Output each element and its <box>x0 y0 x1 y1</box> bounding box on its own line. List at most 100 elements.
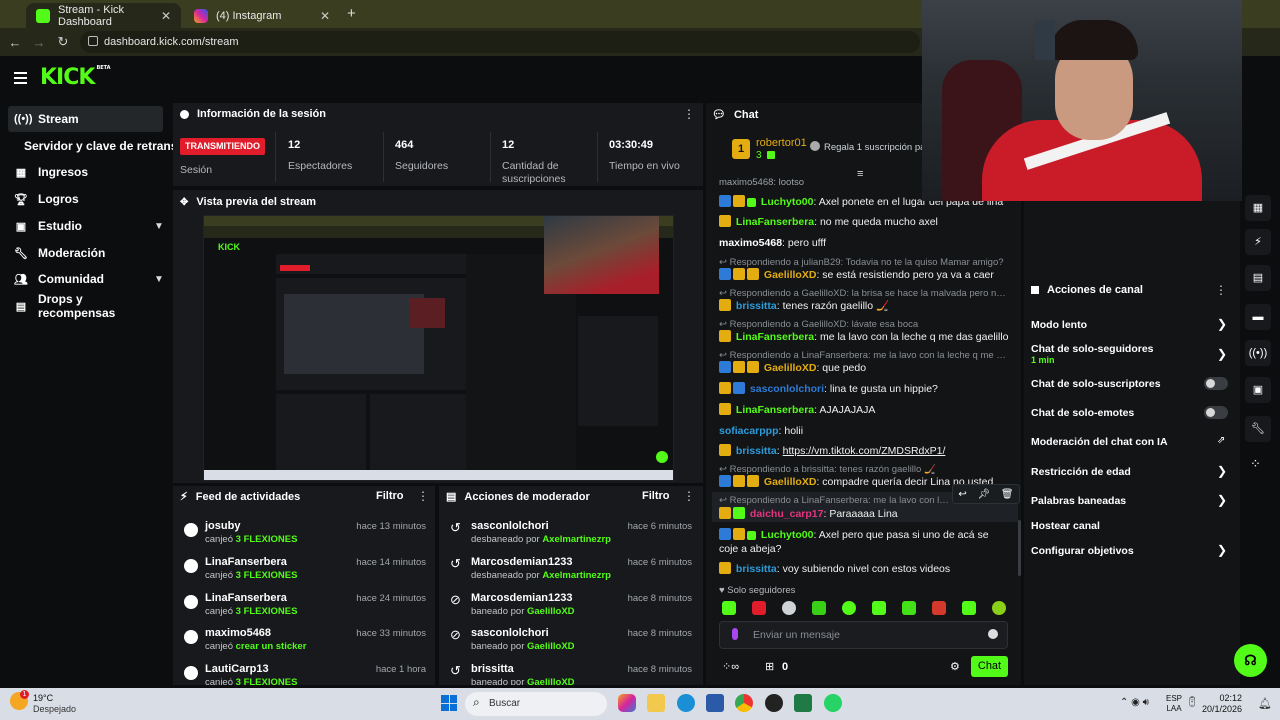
chat-username[interactable]: sofiacarppp <box>719 425 779 437</box>
chevron-right-icon[interactable]: ❯ <box>1217 543 1227 557</box>
chat-input[interactable]: Enviar un mensaje <box>719 621 1008 649</box>
chat-message[interactable]: brissitta: https://vm.tiktok.com/ZMDSRdx… <box>719 444 1009 458</box>
emote-icon[interactable] <box>812 601 826 615</box>
more-options-icon[interactable]: ⋮ <box>683 107 695 121</box>
sidebar-item-drops[interactable]: ▤ Drops y recompensas <box>8 292 163 320</box>
pin-icon[interactable]: 📌︎ <box>977 489 990 500</box>
sidebar-item-comunidad[interactable]: 👥︎ Comunidad ▼ <box>8 266 164 292</box>
mod-target-user[interactable]: Marcosdemian1233 <box>471 556 573 568</box>
emote-icon[interactable] <box>842 601 856 615</box>
sidebar-item-stream[interactable]: ((•)) Stream <box>8 106 163 132</box>
chat-scrollbar[interactable] <box>1018 520 1021 576</box>
chevron-right-icon[interactable]: ❯ <box>1217 464 1227 478</box>
more-options-icon[interactable]: ⋮ <box>683 489 695 503</box>
moderator-name[interactable]: Axelmartinezrp <box>542 570 611 581</box>
mod-filter-button[interactable]: Filtro <box>642 490 670 502</box>
moderator-name[interactable]: GaelilloXD <box>527 677 575 685</box>
mod-target-user[interactable]: brissitta <box>471 663 514 675</box>
edge-icon[interactable] <box>677 694 695 712</box>
forward-icon[interactable]: → <box>27 35 51 50</box>
store-icon[interactable] <box>706 694 724 712</box>
top-gifter-name[interactable]: robertor01 <box>756 137 807 149</box>
feed-user[interactable]: maximo5468 <box>205 627 271 639</box>
quick-action-button[interactable]: 🔧︎ <box>1245 416 1271 442</box>
clock-time[interactable]: 02:12 <box>1210 693 1242 703</box>
sidebar-item-logros[interactable]: 🏆︎ Logros <box>8 186 163 212</box>
feed-user[interactable]: LinaFanserbera <box>205 592 287 604</box>
mod-target-user[interactable]: Marcosdemian1233 <box>471 592 573 604</box>
reply-context[interactable]: ↩ Respondiendo a brissitta: tenes razón … <box>719 464 1009 475</box>
action-emotes-only[interactable]: Chat de solo-emotes <box>1031 407 1134 419</box>
stream-preview-video[interactable]: KICK <box>203 215 674 481</box>
support-headset-icon[interactable]: ☊ <box>1234 644 1267 677</box>
chat-message[interactable]: brissitta: tenes razón gaelillo 🏒 <box>719 299 1009 313</box>
delete-icon[interactable]: 🗑︎ <box>1001 489 1014 500</box>
tray-icons[interactable]: ⌃ ◉ 🔊︎ <box>1120 697 1149 708</box>
quick-action-button[interactable]: ((•)) <box>1245 340 1271 366</box>
more-options-icon[interactable]: ⋮ <box>417 489 429 503</box>
microphone-icon[interactable] <box>732 628 738 640</box>
notification-bell-icon[interactable]: 🔔︎ <box>1258 697 1272 710</box>
action-host-channel[interactable]: Hostear canal <box>1031 520 1100 532</box>
taskbar-search[interactable]: ⌕ Buscar <box>465 692 607 716</box>
send-chat-button[interactable]: Chat <box>971 656 1008 677</box>
back-icon[interactable]: ← <box>3 35 27 50</box>
emotes-only-toggle[interactable] <box>1204 406 1228 419</box>
action-slow-mode[interactable]: Modo lento <box>1031 319 1087 331</box>
chat-message[interactable]: sofiacarppp: holii <box>719 424 1009 438</box>
emote-icon[interactable] <box>782 601 796 615</box>
chevron-right-icon[interactable]: ❯ <box>1217 317 1227 331</box>
action-age-restriction[interactable]: Restricción de edad <box>1031 466 1131 478</box>
chrome-icon[interactable] <box>735 694 753 712</box>
sidebar-item-moderacion[interactable]: 🔧︎ Moderación <box>8 240 163 266</box>
folder-icon[interactable] <box>647 694 665 712</box>
moderator-name[interactable]: GaelilloXD <box>527 641 575 652</box>
language-indicator[interactable]: ESP LAA <box>1166 694 1182 714</box>
action-subs-only[interactable]: Chat de solo-suscriptores <box>1031 378 1161 390</box>
emote-icon[interactable] <box>992 601 1006 615</box>
reply-context[interactable]: ↩ Respondiendo a GaelilloXD: la brisa se… <box>719 288 1009 299</box>
quick-action-button[interactable]: ▬ <box>1245 304 1271 330</box>
emote-icon[interactable] <box>902 601 916 615</box>
chat-username[interactable]: daichu_carp17 <box>750 508 824 520</box>
chat-message[interactable]: sasconlolchori: lina te gusta un hippie? <box>719 382 1009 396</box>
chat-username[interactable]: sasconlolchori <box>750 383 824 395</box>
mod-target-user[interactable]: sasconlolchori <box>471 520 549 532</box>
reply-context[interactable]: ↩ Respondiendo a LinaFanserbera: me la l… <box>719 495 949 506</box>
chat-message[interactable]: daichu_carp17: Paraaaaa Lina <box>719 507 1009 521</box>
close-icon[interactable]: ✕ <box>161 9 171 23</box>
emoji-icon[interactable] <box>988 629 998 639</box>
gift-box-icon[interactable]: ⊞ <box>765 660 774 673</box>
collapse-icon[interactable]: ≡ <box>857 168 863 180</box>
copilot-icon[interactable] <box>618 694 636 712</box>
windows-start-icon[interactable] <box>441 695 457 711</box>
chat-link[interactable]: https://vm.tiktok.com/ZMDSRdxP1/ <box>783 445 946 457</box>
sidebar-item-server-key[interactable]: Servidor y clave de retransmisión <box>18 133 178 159</box>
chat-username[interactable]: brissitta <box>736 563 777 575</box>
chat-message[interactable]: LinaFanserbera: AJAJAJAJA <box>719 403 1009 417</box>
volume-icon[interactable]: 🔋︎ <box>1186 697 1199 708</box>
mod-target-user[interactable]: sasconlolchori <box>471 627 549 639</box>
tab-kick-dashboard[interactable]: Stream - Kick Dashboard ✕ <box>26 3 181 28</box>
excel-icon[interactable] <box>794 694 812 712</box>
kick-logo[interactable]: KICK BETA <box>40 65 111 90</box>
weather-temp[interactable]: 19°C <box>33 693 53 703</box>
feed-user[interactable]: josuby <box>205 520 240 532</box>
chat-message[interactable]: brissitta: voy subiendo nivel con estos … <box>719 562 1009 576</box>
moderator-name[interactable]: Axelmartinezrp <box>542 534 611 545</box>
reply-context[interactable]: ↩ Respondiendo a GaelilloXD: lávate esa … <box>719 319 1009 330</box>
subs-only-toggle[interactable] <box>1204 377 1228 390</box>
chat-username[interactable]: LinaFanserbera <box>736 331 814 343</box>
chat-username[interactable]: brissitta <box>736 300 777 312</box>
chevron-right-icon[interactable]: ❯ <box>1217 493 1227 507</box>
sidebar-item-estudio[interactable]: ▣ Estudio ▼ <box>8 213 164 239</box>
chat-message[interactable]: GaelilloXD: se está resistiendo pero ya … <box>719 268 1009 282</box>
close-icon[interactable]: ✕ <box>320 9 330 23</box>
chat-settings-icon[interactable]: ⚙︎ <box>950 660 960 673</box>
action-banned-words[interactable]: Palabras baneadas <box>1031 495 1126 507</box>
chat-username[interactable]: Luchyto00 <box>761 529 814 541</box>
chat-username[interactable]: brissitta <box>736 445 777 457</box>
chat-username[interactable]: LinaFanserbera <box>736 404 814 416</box>
chat-username[interactable]: GaelilloXD <box>764 476 817 488</box>
chat-message[interactable]: Luchyto00: Axel pero que pasa si uno de … <box>719 528 1009 556</box>
